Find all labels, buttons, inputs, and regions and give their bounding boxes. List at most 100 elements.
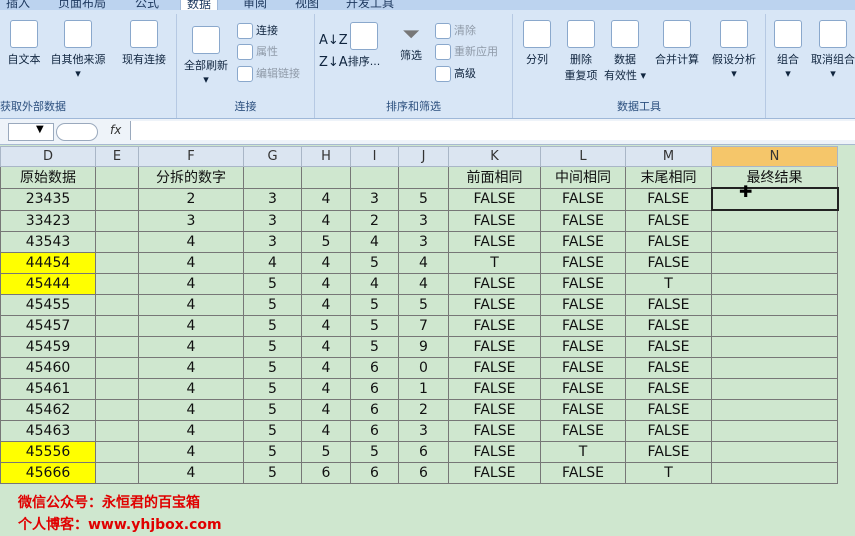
cell[interactable] bbox=[711, 273, 838, 295]
cell[interactable] bbox=[711, 399, 838, 421]
cell[interactable]: FALSE bbox=[540, 378, 626, 400]
refresh-all-button[interactable]: 全部刷新 ▾ bbox=[179, 26, 233, 86]
cell[interactable]: 3 bbox=[243, 209, 302, 232]
cell[interactable] bbox=[711, 209, 838, 232]
cell[interactable]: 5 bbox=[398, 187, 449, 211]
consolidate-button[interactable]: 合并计算 bbox=[651, 20, 703, 67]
cell[interactable]: T bbox=[540, 441, 626, 463]
cell[interactable] bbox=[95, 273, 139, 295]
cell[interactable]: 7 bbox=[398, 315, 449, 337]
cell[interactable]: 6 bbox=[398, 462, 449, 484]
cell[interactable] bbox=[95, 378, 139, 400]
tab-data[interactable]: 数据 bbox=[180, 0, 219, 10]
cell[interactable]: 5 bbox=[243, 315, 302, 337]
cell[interactable]: FALSE bbox=[625, 336, 712, 358]
sort-descending-icon[interactable]: Z↓A bbox=[319, 55, 348, 70]
group-button[interactable]: 组合 ▾ bbox=[772, 20, 804, 80]
cell[interactable]: 4 bbox=[138, 378, 244, 400]
edit-links-button[interactable]: 编辑链接 bbox=[237, 65, 300, 82]
ungroup-button[interactable]: 取消组合 ▾ bbox=[808, 20, 855, 80]
cell[interactable]: 原始数据 bbox=[0, 166, 96, 189]
cell[interactable] bbox=[711, 231, 838, 253]
cell[interactable]: FALSE bbox=[625, 357, 712, 379]
cell[interactable]: FALSE bbox=[540, 273, 626, 295]
cell[interactable]: 2 bbox=[138, 187, 244, 211]
cell[interactable]: 3 bbox=[243, 231, 302, 253]
cell[interactable]: 5 bbox=[350, 441, 399, 463]
cell[interactable]: 4 bbox=[138, 336, 244, 358]
cell[interactable]: 3 bbox=[243, 187, 302, 211]
cell[interactable]: T bbox=[625, 273, 712, 295]
cell[interactable]: FALSE bbox=[540, 336, 626, 358]
cell[interactable]: 5 bbox=[350, 294, 399, 316]
connections-button[interactable]: 连接 bbox=[237, 22, 278, 39]
cell[interactable] bbox=[95, 315, 139, 337]
cell[interactable]: 3 bbox=[350, 187, 399, 211]
col-header-k[interactable]: K bbox=[448, 146, 541, 167]
cell[interactable]: 4 bbox=[243, 252, 302, 274]
cell[interactable]: 45460 bbox=[0, 357, 96, 379]
cell[interactable]: 4 bbox=[398, 252, 449, 274]
cell[interactable]: FALSE bbox=[625, 294, 712, 316]
tab-insert[interactable]: 插入 bbox=[6, 0, 30, 10]
cell[interactable]: FALSE bbox=[625, 231, 712, 253]
cell[interactable]: FALSE bbox=[448, 462, 541, 484]
cell[interactable]: 3 bbox=[138, 209, 244, 232]
cell[interactable]: 45457 bbox=[0, 315, 96, 337]
cell[interactable] bbox=[711, 294, 838, 316]
cell[interactable]: 33423 bbox=[0, 209, 96, 232]
cell[interactable]: FALSE bbox=[540, 231, 626, 253]
col-header-h[interactable]: H bbox=[301, 146, 351, 167]
what-if-button[interactable]: 假设分析 ▾ bbox=[705, 20, 763, 80]
name-box-dropdown-icon[interactable]: ▼ bbox=[36, 124, 44, 135]
insert-function-icon[interactable]: fx bbox=[110, 123, 121, 137]
cell[interactable]: 6 bbox=[350, 420, 399, 442]
cell[interactable]: 4 bbox=[138, 399, 244, 421]
cell[interactable]: 9 bbox=[398, 336, 449, 358]
cell[interactable] bbox=[95, 336, 139, 358]
name-box[interactable] bbox=[8, 123, 54, 141]
cell[interactable]: 4 bbox=[301, 336, 351, 358]
cell[interactable]: 6 bbox=[350, 462, 399, 484]
cell[interactable]: 4 bbox=[301, 252, 351, 274]
cell[interactable]: 5 bbox=[243, 294, 302, 316]
cell[interactable]: 4 bbox=[350, 273, 399, 295]
cell[interactable]: 4 bbox=[301, 378, 351, 400]
formula-input[interactable] bbox=[130, 121, 855, 140]
sort-button[interactable]: 排序... bbox=[345, 22, 383, 69]
cell[interactable]: FALSE bbox=[540, 252, 626, 274]
cell[interactable] bbox=[711, 252, 838, 274]
reapply-button[interactable]: 重新应用 bbox=[435, 43, 498, 60]
cell[interactable] bbox=[711, 420, 838, 442]
cell[interactable] bbox=[95, 420, 139, 442]
cell[interactable]: T bbox=[448, 252, 541, 274]
cell[interactable]: 1 bbox=[398, 378, 449, 400]
cell[interactable]: FALSE bbox=[448, 209, 541, 232]
cell[interactable]: 6 bbox=[350, 399, 399, 421]
cell[interactable]: 5 bbox=[243, 399, 302, 421]
cell[interactable]: FALSE bbox=[448, 315, 541, 337]
cell[interactable]: FALSE bbox=[540, 209, 626, 232]
col-header-e[interactable]: E bbox=[95, 146, 139, 167]
cell[interactable]: 4 bbox=[138, 231, 244, 253]
col-header-d[interactable]: D bbox=[0, 146, 96, 167]
cell[interactable]: FALSE bbox=[448, 231, 541, 253]
cell[interactable]: FALSE bbox=[540, 399, 626, 421]
cell[interactable] bbox=[350, 166, 399, 189]
cell[interactable]: 5 bbox=[350, 336, 399, 358]
cell[interactable]: 5 bbox=[243, 462, 302, 484]
col-header-g[interactable]: G bbox=[243, 146, 302, 167]
properties-button[interactable]: 属性 bbox=[237, 43, 278, 60]
cell[interactable] bbox=[95, 294, 139, 316]
cell[interactable]: 4 bbox=[301, 399, 351, 421]
cell[interactable]: 5 bbox=[301, 231, 351, 253]
cell[interactable]: T bbox=[625, 462, 712, 484]
cell[interactable]: FALSE bbox=[448, 378, 541, 400]
cell[interactable]: 2 bbox=[350, 209, 399, 232]
cell[interactable]: FALSE bbox=[540, 420, 626, 442]
col-header-n[interactable]: N bbox=[711, 146, 838, 167]
cell[interactable]: 5 bbox=[243, 357, 302, 379]
cell[interactable] bbox=[711, 441, 838, 463]
cell[interactable]: 4 bbox=[301, 187, 351, 211]
cell[interactable]: 末尾相同 bbox=[625, 166, 712, 189]
